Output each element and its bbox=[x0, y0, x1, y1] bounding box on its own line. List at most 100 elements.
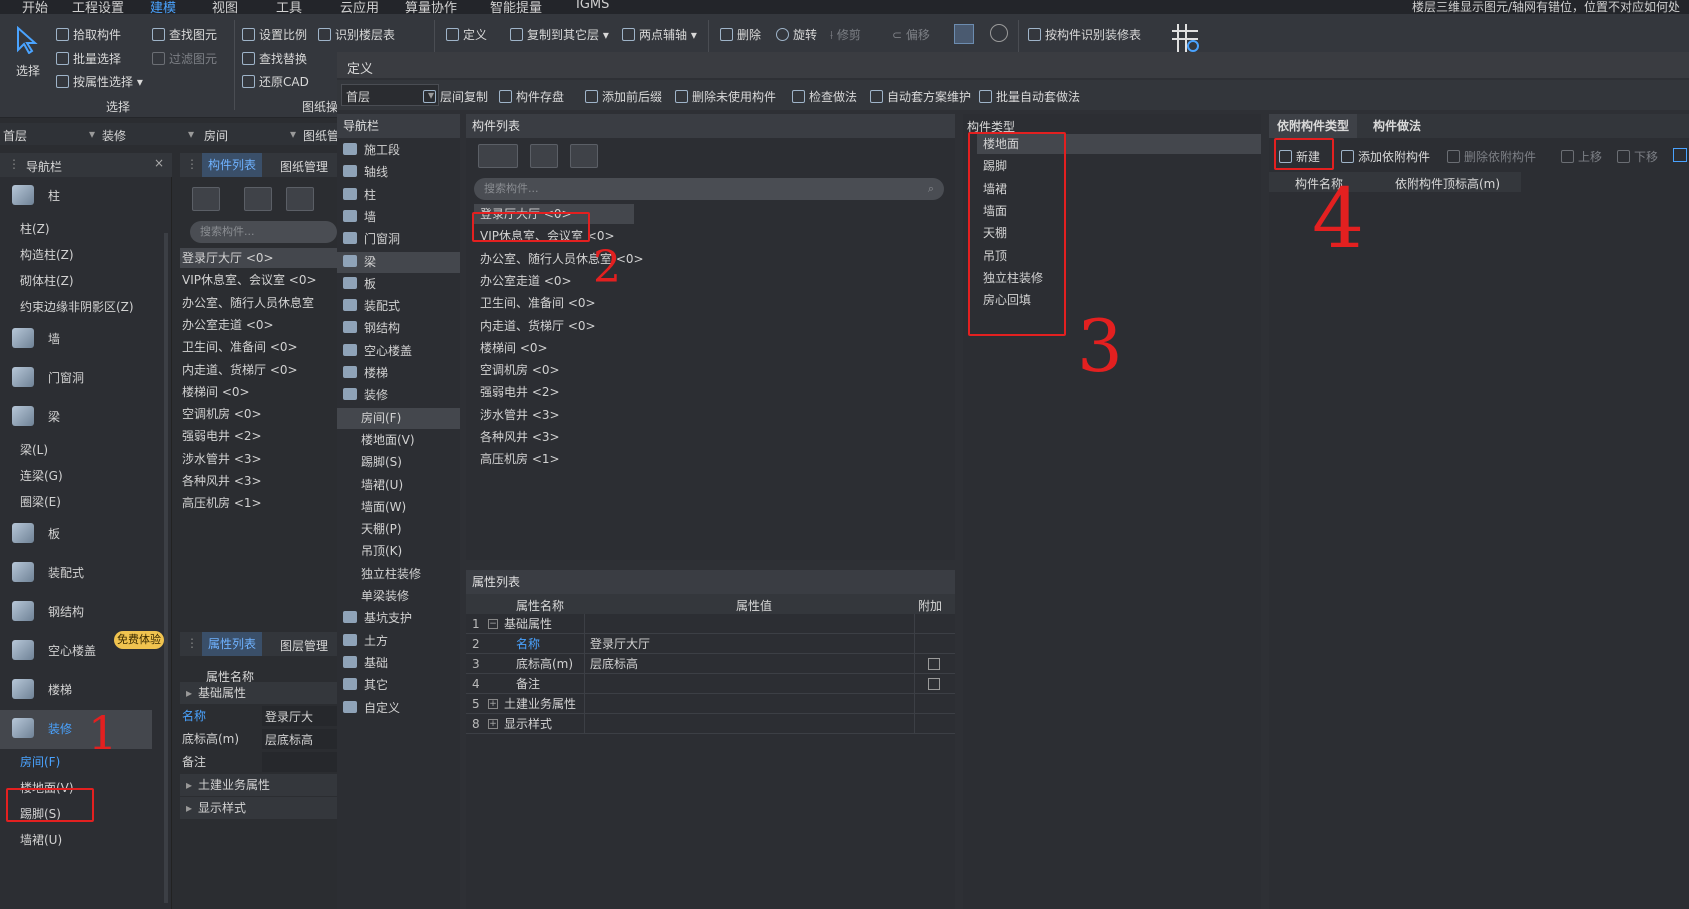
dep-down-button[interactable]: 下移 bbox=[1617, 148, 1658, 165]
tab-dependency-type[interactable]: 依附构件类型 bbox=[1269, 114, 1358, 138]
identify-decoration-button[interactable]: 按构件识别装修表 bbox=[1028, 26, 1141, 43]
delete-component-button[interactable] bbox=[286, 187, 314, 211]
free-trial-badge[interactable]: 免费体验 bbox=[114, 631, 164, 649]
component-list-item[interactable]: 办公室、随行人员休息室 bbox=[180, 293, 337, 313]
define-component-item[interactable]: 各种风井 <3> bbox=[474, 427, 774, 447]
define-toolbar-button[interactable]: 构件存盘 bbox=[499, 88, 564, 105]
attr-row-value[interactable]: 层底标高 bbox=[262, 729, 337, 749]
define-search-input[interactable]: 搜索构件... ⌕ bbox=[474, 178, 944, 200]
attr-row-value[interactable]: 层底标高 bbox=[590, 654, 638, 674]
attr-row[interactable]: 备注 bbox=[180, 751, 337, 773]
define-nav-item[interactable]: 楼地面(V) bbox=[337, 430, 460, 451]
close-icon[interactable]: × bbox=[154, 156, 164, 170]
attr-row[interactable]: 底标高(m) 层底标高 bbox=[180, 728, 337, 750]
filter-element-button[interactable]: 过滤图元 bbox=[152, 50, 217, 67]
notice-text[interactable]: 楼层三维显示图元/轴网有错位，位置不对应如何处理 bbox=[1412, 0, 1689, 14]
define-attr-row[interactable]: 1− 基础属性 bbox=[466, 614, 955, 634]
define-component-item[interactable]: 内走道、货梯厅 <0> bbox=[474, 316, 774, 336]
component-list-item[interactable]: 卫生间、准备间 <0> bbox=[180, 337, 337, 357]
checkbox[interactable] bbox=[928, 658, 940, 670]
component-list-item[interactable]: 内走道、货梯厅 <0> bbox=[180, 360, 337, 380]
menu-view[interactable]: 视图 bbox=[212, 0, 238, 14]
attr-row-value[interactable]: 登录厅大 bbox=[262, 706, 337, 726]
trim-button[interactable]: ⟊ 修剪 bbox=[830, 26, 861, 43]
component-list-item[interactable]: 楼梯间 <0> bbox=[180, 382, 337, 402]
menu-igms[interactable]: IGMS bbox=[576, 0, 609, 12]
select-tool[interactable]: 选择 bbox=[14, 25, 48, 82]
define-nav-item[interactable]: 梁 bbox=[337, 251, 460, 273]
define-nav-item[interactable]: 空心楼盖 bbox=[337, 341, 460, 362]
menu-start[interactable]: 开始 bbox=[22, 0, 48, 14]
left-nav-item[interactable]: 圈梁(E) bbox=[0, 489, 152, 515]
define-nav-item[interactable]: 独立柱装修 bbox=[337, 564, 460, 585]
set-scale-button[interactable]: 设置比例 bbox=[242, 26, 307, 43]
menu-tools[interactable]: 工具 bbox=[276, 0, 302, 14]
attr-row[interactable]: 显示样式 ▸ bbox=[180, 797, 337, 819]
define-component-item[interactable]: 办公室、随行人员休息室 <0> bbox=[474, 249, 774, 269]
define-nav-item[interactable]: 墙面(W) bbox=[337, 497, 460, 518]
mid-search-input[interactable]: 搜索构件... bbox=[190, 221, 337, 243]
left-nav-item[interactable]: 装修 bbox=[0, 710, 152, 749]
left-nav-item[interactable]: 门窗洞 bbox=[0, 359, 152, 398]
attr-row-value[interactable] bbox=[262, 752, 337, 772]
menu-collab[interactable]: 算量协作 bbox=[405, 0, 457, 14]
left-nav-item[interactable]: 板 bbox=[0, 515, 152, 554]
grid-identify-icon[interactable] bbox=[1170, 22, 1200, 54]
define-nav-item[interactable]: 踢脚(S) bbox=[337, 452, 460, 473]
copy-component-button[interactable] bbox=[244, 187, 272, 211]
tab-component-method[interactable]: 构件做法 bbox=[1365, 114, 1429, 138]
select-by-attr-button[interactable]: 按属性选择 ▾ bbox=[56, 73, 143, 90]
delete-component-button[interactable] bbox=[570, 144, 598, 168]
define-nav-item[interactable]: 自定义 bbox=[337, 698, 460, 719]
batch-select-button[interactable]: 批量选择 bbox=[56, 50, 121, 67]
restore-cad-button[interactable]: 还原CAD bbox=[242, 73, 309, 90]
tab-component-list[interactable]: 构件列表 bbox=[202, 153, 263, 177]
dep-remove-button[interactable]: 删除依附构件 bbox=[1447, 148, 1536, 165]
left-nav-item[interactable]: 墙 bbox=[0, 320, 152, 359]
pick-component-button[interactable]: 拾取构件 bbox=[56, 26, 121, 43]
drag-handle-icon[interactable]: ⋮ bbox=[8, 157, 20, 171]
drawing-tab[interactable]: 图纸管 bbox=[303, 127, 339, 144]
checkbox[interactable] bbox=[928, 678, 940, 690]
define-nav-item[interactable]: 装配式 bbox=[337, 296, 460, 317]
define-nav-item[interactable]: 土方 bbox=[337, 631, 460, 652]
two-point-axis-button[interactable]: 两点辅轴 ▾ bbox=[622, 26, 697, 43]
menu-cloud[interactable]: 云应用 bbox=[340, 0, 379, 14]
define-nav-item[interactable]: 轴线 bbox=[337, 162, 460, 183]
menu-project-settings[interactable]: 工程设置 bbox=[72, 0, 124, 14]
define-nav-item[interactable]: 单梁装修 bbox=[337, 586, 460, 607]
scrollbar[interactable] bbox=[164, 233, 168, 903]
new-component-button[interactable] bbox=[192, 187, 220, 211]
expand-toggle-icon[interactable]: − bbox=[488, 619, 498, 629]
define-nav-item[interactable]: 钢结构 bbox=[337, 318, 460, 339]
attr-row[interactable]: 土建业务属性 ▸ bbox=[180, 774, 337, 796]
define-button[interactable]: 定义 bbox=[446, 26, 487, 43]
copy-component-button[interactable] bbox=[530, 144, 558, 168]
left-nav-item[interactable]: 装配式 bbox=[0, 554, 152, 593]
define-nav-item[interactable]: 柱 bbox=[337, 185, 460, 206]
define-component-item[interactable]: 卫生间、准备间 <0> bbox=[474, 293, 774, 313]
define-nav-item[interactable]: 墙 bbox=[337, 207, 460, 228]
define-nav-item[interactable]: 基础 bbox=[337, 653, 460, 674]
component-list-item[interactable]: 登录厅大厅 <0> bbox=[180, 248, 337, 268]
define-nav-item[interactable]: 楼梯 bbox=[337, 363, 460, 384]
define-nav-item[interactable]: 基坑支护 bbox=[337, 608, 460, 629]
left-nav-item[interactable]: 约束边缘非阴影区(Z) bbox=[0, 294, 152, 320]
component-list-item[interactable]: 各种风井 <3> bbox=[180, 471, 337, 491]
define-nav-item[interactable]: 吊顶(K) bbox=[337, 541, 460, 562]
component-list-item[interactable]: 办公室走道 <0> bbox=[180, 315, 337, 335]
menu-smart[interactable]: 智能提量 bbox=[490, 0, 542, 14]
drag-handle-icon[interactable]: ⋮ bbox=[186, 157, 198, 171]
define-attr-row[interactable]: 3 底标高(m) 层底标高 bbox=[466, 654, 955, 674]
define-toolbar-button[interactable]: 批量自动套做法 bbox=[979, 88, 1080, 105]
dep-add-button[interactable]: 添加依附构件 bbox=[1341, 148, 1430, 165]
left-nav-item[interactable]: 构造柱(Z) bbox=[0, 242, 152, 268]
component-list-item[interactable]: 强弱电井 <2> bbox=[180, 426, 337, 446]
left-nav-item[interactable]: 房间(F) bbox=[0, 749, 152, 775]
left-nav-item[interactable]: 墙裙(U) bbox=[0, 827, 152, 853]
floor-select[interactable]: 首层 ▾ bbox=[3, 127, 95, 144]
define-component-item[interactable]: 涉水管井 <3> bbox=[474, 405, 774, 425]
component-list-item[interactable]: 高压机房 <1> bbox=[180, 493, 337, 513]
define-nav-item[interactable]: 房间(F) bbox=[337, 407, 460, 429]
offset-button[interactable]: ⊂ 偏移 bbox=[892, 26, 930, 43]
